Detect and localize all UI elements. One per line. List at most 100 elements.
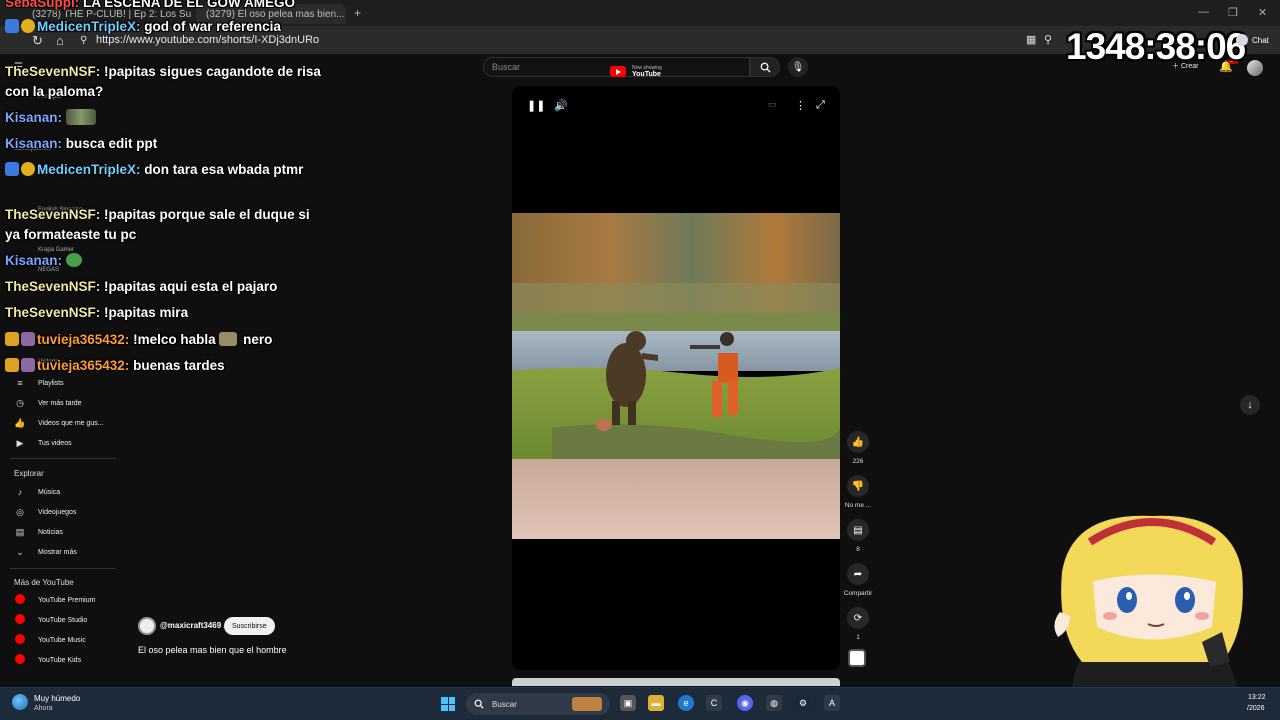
sidebar-item-gaming[interactable]: ◎ Videojuegos xyxy=(14,505,76,519)
app-icon[interactable]: ▦ xyxy=(1026,33,1036,46)
sidebar-item-music[interactable]: ♪ Música xyxy=(14,485,60,499)
chat-text: !papitas mira xyxy=(104,305,189,320)
sidebar-label: Playlists xyxy=(38,379,64,387)
youtube-kids-icon xyxy=(15,654,25,664)
sidebar-item-yt-music[interactable]: YouTube Music xyxy=(14,633,86,647)
clock-date[interactable]: /2026 xyxy=(1247,705,1265,712)
sidebar-label: Noticias xyxy=(38,528,63,536)
file-explorer-icon[interactable]: ▬ xyxy=(648,695,664,711)
remix-icon: ⟳ xyxy=(847,607,869,629)
next-short-button[interactable]: ↓ xyxy=(1240,395,1260,415)
chat-username: Kisanan: xyxy=(5,110,63,125)
chat-message: MedicenTripleX: don tara esa wbada ptmr xyxy=(5,160,325,180)
taskbar-search[interactable]: Buscar xyxy=(466,693,610,715)
share-button[interactable]: ➦ Compartir xyxy=(840,563,876,597)
chat-message: MedicenTripleX: god of war referencia xyxy=(5,17,325,37)
new-tab-button[interactable]: + xyxy=(354,6,361,20)
chat-username: tuvieja365432: xyxy=(37,358,130,373)
now-showing-badge: Now showing YouTube xyxy=(610,65,662,78)
chat-username: TheSevenNSF: xyxy=(5,279,101,294)
music-icon: ♪ xyxy=(17,487,23,497)
chat-avatar-icon xyxy=(1236,34,1248,46)
weather-icon[interactable] xyxy=(12,694,28,710)
chat-username: TheSevenNSF: xyxy=(5,64,101,79)
pause-icon[interactable]: ❚❚ xyxy=(527,99,545,112)
task-view-icon[interactable]: ▣ xyxy=(620,695,636,711)
share-icon: ➦ xyxy=(847,563,869,585)
sidebar-item-studio[interactable]: YouTube Studio xyxy=(14,613,87,627)
fullscreen-icon[interactable]: ⤢ xyxy=(816,99,825,112)
edge-beta-icon[interactable]: C xyxy=(706,695,722,711)
chat-emote-icon xyxy=(219,332,238,346)
sidebar-item-news[interactable]: ▤ Noticias xyxy=(14,525,63,539)
sidebar-item-premium[interactable]: YouTube Premium xyxy=(14,593,95,607)
video-progress-bar[interactable] xyxy=(512,678,840,686)
chat-text: god of war referencia xyxy=(144,19,281,34)
chat-username: TheSevenNSF: xyxy=(5,305,101,320)
chat-message: Kisanan: xyxy=(5,108,325,128)
sidebar-label: YouTube Kids xyxy=(38,656,82,664)
maximize-icon[interactable]: ❐ xyxy=(1228,6,1238,19)
steam-icon[interactable]: ⚙ xyxy=(795,695,811,711)
playlist-icon: ≡ xyxy=(17,378,23,388)
obs-icon[interactable]: ◍ xyxy=(766,695,782,711)
chat-message: tuvieja365432: !melco habla nero xyxy=(5,330,325,350)
crown-badge-icon xyxy=(5,332,19,346)
now-showing-big: YouTube xyxy=(632,71,661,78)
edge-icon[interactable]: e xyxy=(678,695,694,711)
minimize-icon[interactable]: — xyxy=(1198,6,1209,18)
channel-avatar[interactable] xyxy=(138,617,156,635)
chat-badge-icon xyxy=(21,358,35,372)
comments-button[interactable]: ▤ 8 xyxy=(840,519,876,553)
thumbs-up-icon: 👍 xyxy=(14,417,26,428)
chat-badge-icon xyxy=(21,19,35,33)
weather-condition[interactable]: Muy húmedo xyxy=(34,694,80,703)
sidebar-item-show-more[interactable]: ⌄ Mostrar más xyxy=(14,545,77,559)
app-icon[interactable]: A xyxy=(824,695,840,711)
sound-thumbnail[interactable] xyxy=(848,649,866,667)
thumbs-down-icon: 👎 xyxy=(847,475,869,497)
discord-icon[interactable]: ◉ xyxy=(737,695,753,711)
like-button[interactable]: 👍 226 xyxy=(840,431,876,465)
more-options-icon[interactable]: ⋮ xyxy=(795,99,806,112)
chat-toggle[interactable]: Chat xyxy=(1236,34,1269,46)
sidebar-item-playlists[interactable]: ≡ Playlists xyxy=(14,376,64,390)
chat-text: don tara esa wbada ptmr xyxy=(144,162,304,177)
sidebar-item-your-videos[interactable]: ▶ Tus videos xyxy=(14,436,72,450)
search-highlight-icon xyxy=(572,697,602,711)
sidebar-item-watch-later[interactable]: ◷ Ver más tarde xyxy=(14,396,82,410)
youtube-music-icon xyxy=(15,634,25,644)
channel-name[interactable]: @maxicraft3469 xyxy=(160,621,221,630)
chat-text: !melco habla xyxy=(133,332,216,347)
close-window-icon[interactable]: ✕ xyxy=(1258,6,1267,19)
volume-icon[interactable]: 🔊 xyxy=(554,99,568,112)
sidebar-item-liked[interactable]: 👍 Videos que me gus... xyxy=(14,416,103,430)
start-button[interactable] xyxy=(441,697,455,711)
chat-text: busca edit ppt xyxy=(65,136,158,151)
chat-message: Kisanan: xyxy=(5,251,325,271)
stream-top-banner: SebaSuppi: LA ESCENA DE EL GOW AMEGO xyxy=(5,0,325,13)
avatar[interactable] xyxy=(1247,60,1263,76)
pepe-emote-icon xyxy=(65,253,82,267)
sidebar-item-yt-kids[interactable]: YouTube Kids xyxy=(14,653,81,667)
chat-username: Kisanan: xyxy=(5,136,63,151)
like-count: 226 xyxy=(852,458,864,465)
zoom-icon[interactable]: ⚲ xyxy=(1044,33,1052,46)
chat-text: nero xyxy=(243,332,273,347)
youtube-logo-icon xyxy=(610,66,626,77)
clock-time[interactable]: 13:22 xyxy=(1248,694,1266,701)
dislike-button[interactable]: 👎 No me ... xyxy=(840,475,876,509)
voice-search-button[interactable]: 🎙 xyxy=(788,57,808,77)
subscribe-button[interactable]: Suscribirse xyxy=(224,617,275,635)
remix-button[interactable]: ⟳ 1 xyxy=(840,607,876,641)
search-placeholder: Buscar xyxy=(492,62,521,72)
chat-badge-icon xyxy=(5,162,19,176)
crown-badge-icon xyxy=(5,358,19,372)
search-button[interactable] xyxy=(750,57,780,77)
share-label: Compartir xyxy=(843,590,873,597)
chat-username: TheSevenNSF: xyxy=(5,207,101,222)
sidebar-divider xyxy=(10,458,116,459)
video-icon: ▶ xyxy=(16,437,24,448)
chat-badge-icon xyxy=(21,162,35,176)
captions-icon[interactable]: ▭ xyxy=(768,99,777,110)
